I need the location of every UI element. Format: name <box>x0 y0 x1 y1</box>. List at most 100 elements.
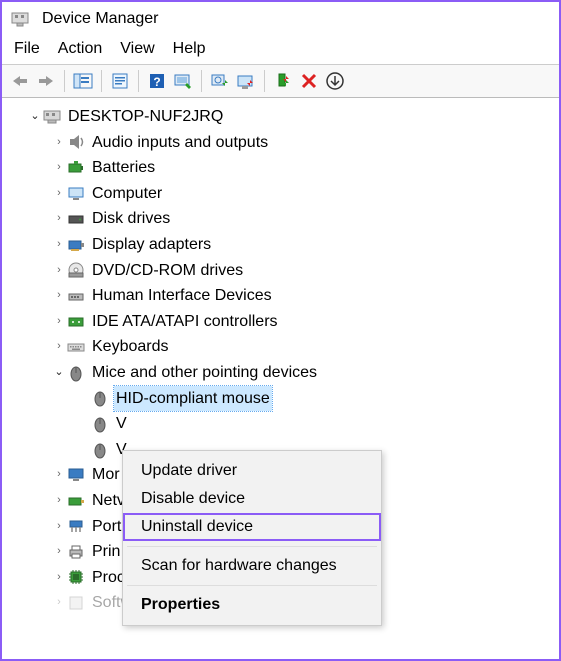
node-label: Mor <box>90 462 122 488</box>
menu-help[interactable]: Help <box>173 40 206 58</box>
app-icon <box>10 9 30 29</box>
monitor-icon <box>66 184 86 204</box>
menu-view[interactable]: View <box>120 40 154 58</box>
expand-icon[interactable]: › <box>52 185 66 203</box>
menu-file[interactable]: File <box>14 40 40 58</box>
tree-node-mice[interactable]: ⌄ Mice and other pointing devices <box>6 360 555 386</box>
computer-icon <box>42 107 62 127</box>
software-icon <box>66 593 86 613</box>
expand-icon[interactable]: › <box>52 313 66 331</box>
properties-button[interactable] <box>108 69 132 93</box>
expand-icon[interactable]: › <box>52 262 66 280</box>
root-label: DESKTOP-NUF2JRQ <box>66 104 225 130</box>
context-menu: Update driver Disable device Uninstall d… <box>122 450 382 626</box>
printer-icon <box>66 542 86 562</box>
node-label: HID-compliant mouse <box>114 386 272 412</box>
tree-node-diskdrives[interactable]: › Disk drives <box>6 206 555 232</box>
node-label: Disk drives <box>90 206 172 232</box>
hid-icon <box>66 286 86 306</box>
expand-icon[interactable]: ⌄ <box>28 108 42 126</box>
update-driver-button[interactable] <box>208 69 232 93</box>
expand-icon[interactable]: › <box>52 159 66 177</box>
node-label: Computer <box>90 181 164 207</box>
expand-icon[interactable]: › <box>52 210 66 228</box>
monitor-icon <box>66 465 86 485</box>
expand-icon[interactable]: › <box>52 543 66 561</box>
node-label: Audio inputs and outputs <box>90 130 270 156</box>
toolbar-separator <box>264 70 265 92</box>
tree-node-hidmouse[interactable]: HID-compliant mouse <box>6 386 555 412</box>
help-button[interactable]: ? <box>145 69 169 93</box>
tree-node-keyboards[interactable]: › Keyboards <box>6 334 555 360</box>
down-arrow-button[interactable] <box>323 69 347 93</box>
expand-icon[interactable]: › <box>52 492 66 510</box>
node-label: Batteries <box>90 155 157 181</box>
disc-icon <box>66 260 86 280</box>
node-label: DVD/CD-ROM drives <box>90 258 245 284</box>
expand-icon[interactable]: ⌄ <box>52 364 66 382</box>
show-hide-console-button[interactable] <box>71 69 95 93</box>
speaker-icon <box>66 132 86 152</box>
cm-disable-device[interactable]: Disable device <box>123 485 381 513</box>
node-label: Keyboards <box>90 334 171 360</box>
cm-update-driver[interactable]: Update driver <box>123 457 381 485</box>
expand-icon[interactable]: › <box>52 518 66 536</box>
svg-text:?: ? <box>153 75 160 89</box>
forward-button[interactable] <box>34 69 58 93</box>
toolbar: ? <box>2 65 559 98</box>
mouse-icon <box>90 414 110 434</box>
tree-node-batteries[interactable]: › Batteries <box>6 155 555 181</box>
toolbar-separator <box>101 70 102 92</box>
display-adapter-icon <box>66 235 86 255</box>
tree-node-mouse-v1[interactable]: V <box>6 411 555 437</box>
tree-node-computer[interactable]: › Computer <box>6 181 555 207</box>
expand-icon[interactable]: › <box>52 287 66 305</box>
network-icon <box>66 491 86 511</box>
menubar: File Action View Help <box>2 36 559 65</box>
battery-icon <box>66 158 86 178</box>
cm-separator <box>127 585 377 586</box>
enable-device-button[interactable] <box>271 69 295 93</box>
node-label: Port <box>90 514 123 540</box>
window-title: Device Manager <box>42 10 159 28</box>
node-label: Mice and other pointing devices <box>90 360 319 386</box>
node-label: V <box>114 411 129 437</box>
expand-icon[interactable]: › <box>52 466 66 484</box>
disable-device-button[interactable] <box>234 69 258 93</box>
mouse-icon <box>90 440 110 460</box>
uninstall-device-button[interactable] <box>297 69 321 93</box>
node-label: Display adapters <box>90 232 213 258</box>
titlebar: Device Manager <box>2 2 559 36</box>
toolbar-separator <box>201 70 202 92</box>
cm-uninstall-device[interactable]: Uninstall device <box>123 513 381 541</box>
expand-icon[interactable]: › <box>52 594 66 612</box>
tree-node-display[interactable]: › Display adapters <box>6 232 555 258</box>
cm-separator <box>127 546 377 547</box>
tree-node-dvd[interactable]: › DVD/CD-ROM drives <box>6 258 555 284</box>
ide-icon <box>66 312 86 332</box>
node-label: Prin <box>90 539 122 565</box>
scan-hardware-button[interactable] <box>171 69 195 93</box>
mouse-icon <box>90 388 110 408</box>
cm-properties[interactable]: Properties <box>123 591 381 619</box>
tree-root[interactable]: ⌄ DESKTOP-NUF2JRQ <box>6 104 555 130</box>
expand-icon[interactable]: › <box>52 338 66 356</box>
port-icon <box>66 516 86 536</box>
toolbar-separator <box>64 70 65 92</box>
tree-node-audio[interactable]: › Audio inputs and outputs <box>6 130 555 156</box>
expand-icon[interactable]: › <box>52 236 66 254</box>
node-label: Human Interface Devices <box>90 283 274 309</box>
keyboard-icon <box>66 337 86 357</box>
processor-icon <box>66 567 86 587</box>
mouse-icon <box>66 363 86 383</box>
tree-node-ide[interactable]: › IDE ATA/ATAPI controllers <box>6 309 555 335</box>
expand-icon[interactable]: › <box>52 134 66 152</box>
node-label: IDE ATA/ATAPI controllers <box>90 309 280 335</box>
menu-action[interactable]: Action <box>58 40 102 58</box>
disk-icon <box>66 209 86 229</box>
toolbar-separator <box>138 70 139 92</box>
back-button[interactable] <box>8 69 32 93</box>
expand-icon[interactable]: › <box>52 569 66 587</box>
tree-node-hid[interactable]: › Human Interface Devices <box>6 283 555 309</box>
cm-scan-hardware[interactable]: Scan for hardware changes <box>123 552 381 580</box>
